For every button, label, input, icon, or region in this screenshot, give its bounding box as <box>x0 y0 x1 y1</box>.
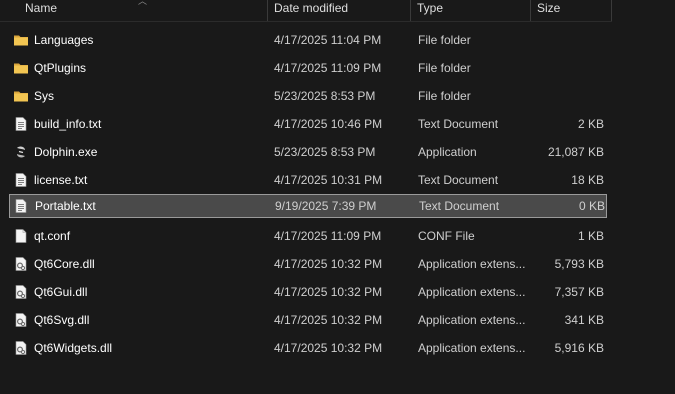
file-size <box>531 28 604 52</box>
folder-icon <box>13 88 29 104</box>
file-date-modified: 4/17/2025 10:32 PM <box>274 257 383 271</box>
file-row[interactable]: Qt6Gui.dll 4/17/2025 10:32 PM Applicatio… <box>9 280 607 304</box>
text-document-icon <box>13 116 29 132</box>
folder-icon <box>13 32 29 48</box>
file-date-modified: 4/17/2025 11:04 PM <box>274 33 382 47</box>
dolphin-app-icon <box>13 144 29 160</box>
file-row[interactable]: Qt6Svg.dll 4/17/2025 10:32 PM Applicatio… <box>9 308 607 332</box>
file-row[interactable]: Languages 4/17/2025 11:04 PM File folder <box>9 28 607 52</box>
file-size: 5,793 KB <box>554 257 604 271</box>
file-type: Application extens... <box>418 285 526 299</box>
file-row[interactable]: qt.conf 4/17/2025 11:09 PM CONF File 1 K… <box>9 224 607 248</box>
file-type: File folder <box>418 89 471 103</box>
file-name: QtPlugins <box>34 61 87 75</box>
file-date-modified: 4/17/2025 10:46 PM <box>274 117 383 131</box>
file-size: 2 KB <box>577 117 604 131</box>
file-name: Qt6Core.dll <box>34 257 95 271</box>
file-size: 7,357 KB <box>554 285 604 299</box>
file-size: 0 KB <box>578 199 605 213</box>
file-type: File folder <box>418 33 471 47</box>
file-date-modified: 9/19/2025 7:39 PM <box>275 199 377 213</box>
file-row[interactable]: Qt6Core.dll 4/17/2025 10:32 PM Applicati… <box>9 252 607 276</box>
file-explorer-list: ︿ Name Date modified Type Size Languages… <box>0 0 675 394</box>
file-name: Sys <box>34 89 55 103</box>
file-size: 1 KB <box>577 229 604 243</box>
blank-file-icon <box>13 228 29 244</box>
dll-file-icon <box>13 256 29 272</box>
file-name: Languages <box>34 33 94 47</box>
dll-file-icon <box>13 340 29 356</box>
file-name: Qt6Svg.dll <box>34 313 90 327</box>
file-size <box>531 84 604 108</box>
file-row[interactable]: Qt6Widgets.dll 4/17/2025 10:32 PM Applic… <box>9 336 607 360</box>
file-type: Application extens... <box>418 257 526 271</box>
file-row[interactable]: QtPlugins 4/17/2025 11:09 PM File folder <box>9 56 607 80</box>
file-type: File folder <box>418 61 471 75</box>
file-type: Text Document <box>419 199 500 213</box>
file-name: build_info.txt <box>34 117 102 131</box>
file-row-selected[interactable]: Portable.txt 9/19/2025 7:39 PM Text Docu… <box>9 194 607 218</box>
file-name: Qt6Gui.dll <box>34 285 88 299</box>
file-size <box>531 56 604 80</box>
file-date-modified: 4/17/2025 10:32 PM <box>274 313 383 327</box>
file-type: Application extens... <box>418 341 526 355</box>
file-size: 21,087 KB <box>547 145 604 159</box>
file-date-modified: 4/17/2025 10:31 PM <box>274 173 383 187</box>
file-date-modified: 5/23/2025 8:53 PM <box>274 145 376 159</box>
file-type: Application <box>418 145 477 159</box>
column-header-type[interactable]: Type <box>411 0 530 20</box>
folder-icon <box>13 60 29 76</box>
text-document-icon <box>13 172 29 188</box>
column-header-date-modified[interactable]: Date modified <box>268 0 410 20</box>
dll-file-icon <box>13 312 29 328</box>
file-name: Qt6Widgets.dll <box>34 341 113 355</box>
file-row[interactable]: Sys 5/23/2025 8:53 PM File folder <box>9 84 607 108</box>
file-type: Application extens... <box>418 313 526 327</box>
file-row[interactable]: Dolphin.exe 5/23/2025 8:53 PM Applicatio… <box>9 140 607 164</box>
dll-file-icon <box>13 284 29 300</box>
file-size: 5,916 KB <box>554 341 604 355</box>
file-date-modified: 4/17/2025 11:09 PM <box>274 61 382 75</box>
file-type: Text Document <box>418 117 499 131</box>
column-header-bar: ︿ Name Date modified Type Size <box>0 0 612 22</box>
column-header-size[interactable]: Size <box>531 0 611 20</box>
file-date-modified: 4/17/2025 10:32 PM <box>274 341 383 355</box>
file-name: qt.conf <box>34 229 71 243</box>
file-row[interactable]: build_info.txt 4/17/2025 10:46 PM Text D… <box>9 112 607 136</box>
text-document-icon <box>13 198 29 214</box>
file-size: 341 KB <box>564 313 604 327</box>
file-name: Dolphin.exe <box>34 145 98 159</box>
column-divider[interactable] <box>611 0 612 21</box>
file-name: Portable.txt <box>35 199 96 213</box>
file-row[interactable]: license.txt 4/17/2025 10:31 PM Text Docu… <box>9 168 607 192</box>
file-type: CONF File <box>418 229 475 243</box>
file-name: license.txt <box>34 173 88 187</box>
file-type: Text Document <box>418 173 499 187</box>
file-date-modified: 4/17/2025 10:32 PM <box>274 285 383 299</box>
file-date-modified: 5/23/2025 8:53 PM <box>274 89 376 103</box>
file-size: 18 KB <box>571 173 604 187</box>
column-header-name[interactable]: Name <box>19 0 267 20</box>
file-date-modified: 4/17/2025 11:09 PM <box>274 229 382 243</box>
